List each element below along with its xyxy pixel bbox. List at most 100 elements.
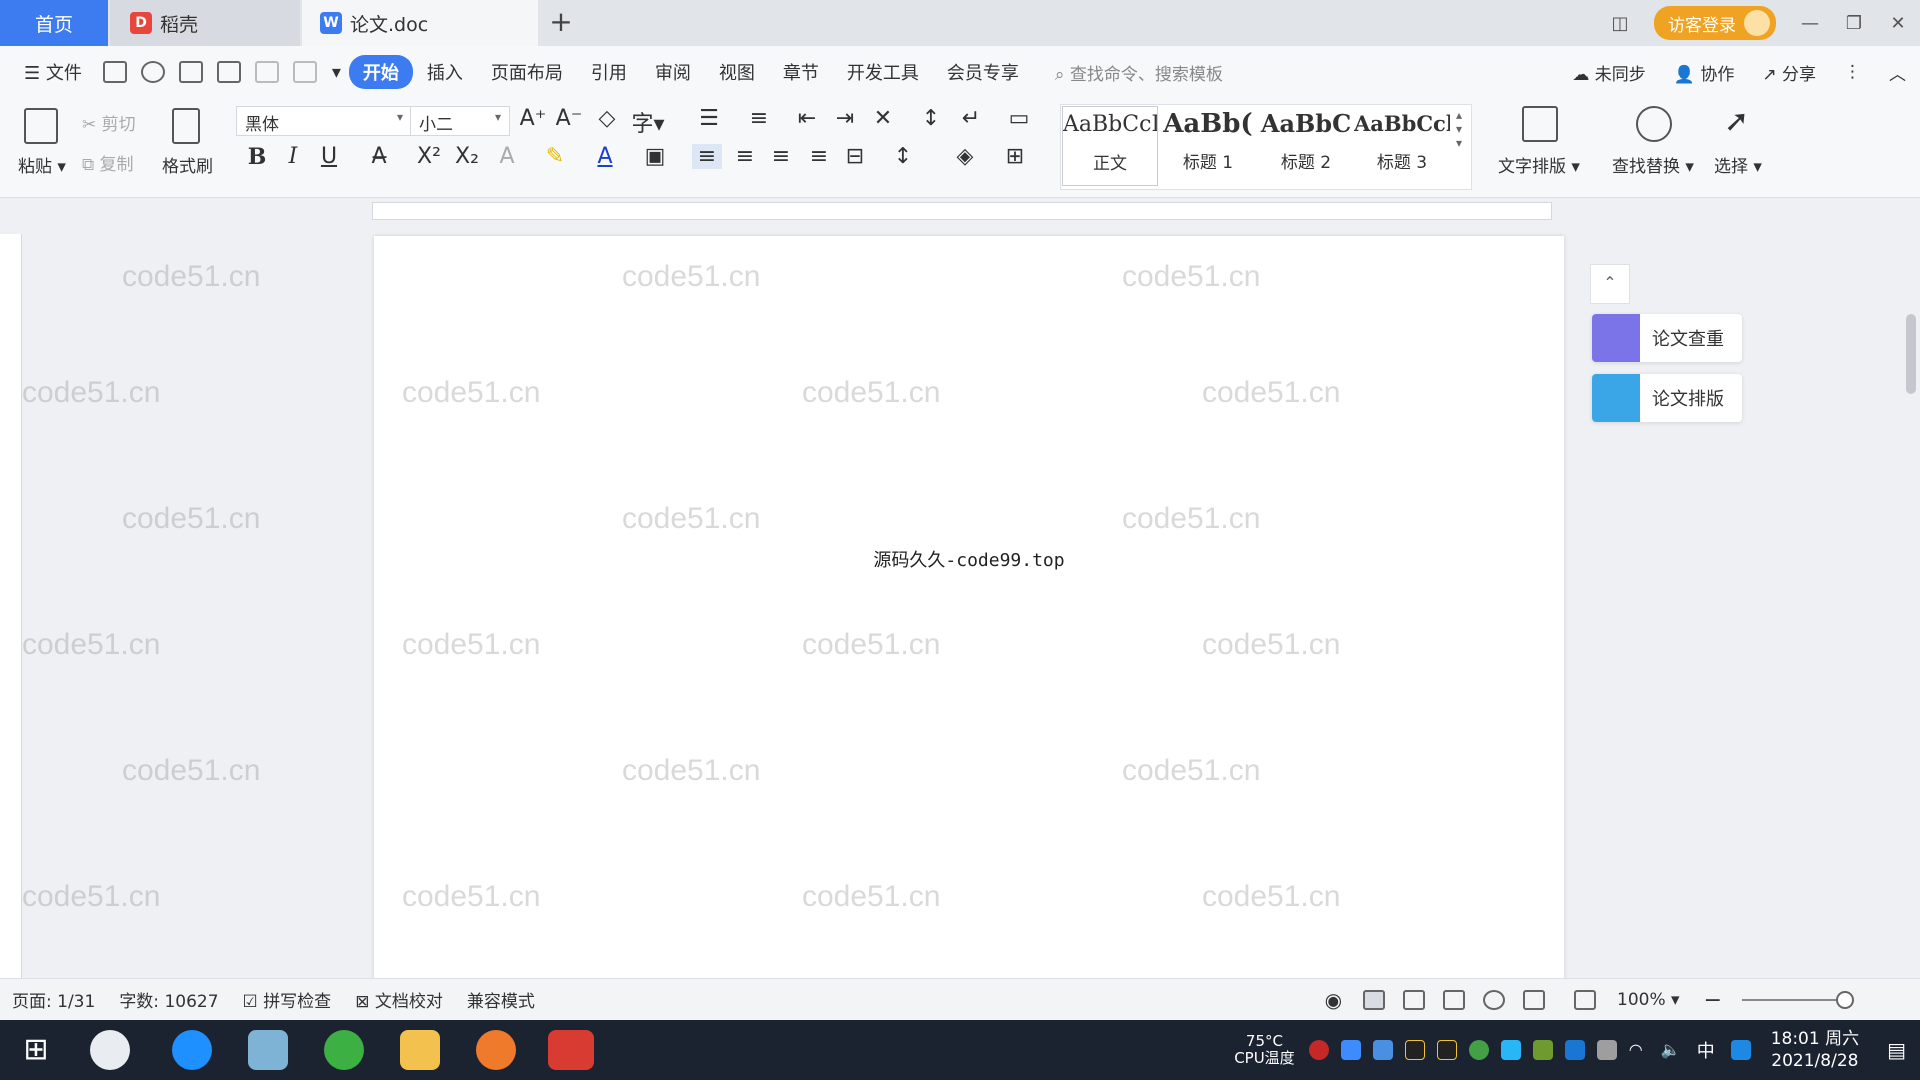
tray-app-icon[interactable] bbox=[1500, 1040, 1521, 1060]
gpu-icon[interactable] bbox=[1532, 1040, 1553, 1060]
font-color-icon[interactable]: A bbox=[590, 144, 620, 169]
justify-icon[interactable]: ≡ bbox=[804, 144, 834, 169]
bluetooth-icon[interactable] bbox=[1564, 1040, 1585, 1060]
horizontal-ruler[interactable] bbox=[0, 198, 1920, 224]
more-options-icon[interactable]: ⋮ bbox=[1830, 62, 1875, 82]
tab-insert[interactable]: 插入 bbox=[413, 59, 477, 85]
notebook-app-icon[interactable] bbox=[248, 1030, 288, 1070]
reading-view-icon[interactable] bbox=[1443, 990, 1466, 1010]
window-layout-icon[interactable]: ◫ bbox=[1598, 13, 1642, 34]
wps-office-icon[interactable] bbox=[548, 1030, 594, 1070]
close-button[interactable]: ✕ bbox=[1876, 13, 1920, 34]
web-view-icon[interactable] bbox=[1483, 990, 1506, 1010]
tab-home[interactable]: 首页 bbox=[0, 0, 108, 46]
strikethrough-icon[interactable]: A̶ bbox=[364, 144, 394, 169]
text-direction-icon[interactable]: ✕ bbox=[868, 106, 898, 131]
copy-button[interactable]: ⧉ 复制 bbox=[82, 150, 134, 175]
vertical-scrollbar[interactable] bbox=[1902, 224, 1920, 978]
print-icon[interactable] bbox=[178, 61, 203, 83]
line-spacing-icon[interactable]: ↕ bbox=[888, 144, 918, 169]
pinwheel-app-icon[interactable] bbox=[90, 1030, 130, 1070]
paste-icon[interactable] bbox=[24, 108, 58, 144]
subscript-icon[interactable]: X₂ bbox=[452, 144, 482, 169]
tab-page-layout[interactable]: 页面布局 bbox=[477, 59, 577, 85]
find-replace-button[interactable]: 查找替换 ▾ bbox=[1612, 152, 1694, 177]
tab-docer[interactable]: D 稻壳 bbox=[110, 0, 300, 46]
style-normal[interactable]: AaBbCcI 正文 bbox=[1062, 106, 1158, 186]
document-page[interactable]: 源码久久-code99.top bbox=[374, 236, 1564, 978]
cursor-icon[interactable]: ➚ bbox=[1724, 104, 1749, 139]
underline-button[interactable]: U bbox=[314, 144, 344, 169]
sync-status-button[interactable]: ☁ 未同步 bbox=[1558, 60, 1659, 85]
battery-icon[interactable] bbox=[1596, 1040, 1617, 1060]
shading-icon[interactable]: ◈ bbox=[950, 144, 980, 169]
spell-check-button[interactable]: ☑ 拼写检查 bbox=[231, 987, 344, 1012]
style-heading-3[interactable]: AaBbCcl 标题 3 bbox=[1354, 106, 1450, 186]
fit-page-icon[interactable] bbox=[1574, 990, 1597, 1010]
increase-indent-icon[interactable]: ⇥ bbox=[830, 106, 860, 131]
phonetic-guide-icon[interactable]: 字▾ bbox=[628, 106, 668, 138]
style-heading-1[interactable]: AaBb( 标题 1 bbox=[1160, 106, 1256, 186]
quick-access-dropdown-icon[interactable]: ▾ bbox=[324, 62, 349, 83]
thesis-layout-button[interactable]: 论文排版 bbox=[1592, 374, 1742, 422]
volume-icon[interactable]: 🔈 bbox=[1661, 1040, 1681, 1060]
restore-button[interactable]: ❐ bbox=[1832, 13, 1876, 34]
clear-format-icon[interactable]: ◇ bbox=[592, 106, 622, 131]
zoom-slider[interactable] bbox=[1742, 991, 1854, 1009]
windows-start-icon[interactable]: ⊞ bbox=[16, 1030, 56, 1070]
style-heading-2[interactable]: AaBbC 标题 2 bbox=[1258, 106, 1354, 186]
browser-app-icon[interactable] bbox=[324, 1030, 364, 1070]
bold-button[interactable]: B bbox=[242, 144, 272, 170]
magnifier-icon[interactable] bbox=[1636, 106, 1672, 142]
numbered-list-icon[interactable]: ≡ bbox=[744, 106, 774, 131]
thesis-check-button[interactable]: 论文查重 bbox=[1592, 314, 1742, 362]
page-view-icon[interactable] bbox=[1363, 990, 1386, 1010]
internet-explorer-icon[interactable] bbox=[172, 1030, 212, 1070]
minimize-button[interactable]: — bbox=[1788, 13, 1832, 34]
cut-button[interactable]: ✂ 剪切 bbox=[82, 110, 136, 135]
side-panel-collapse-icon[interactable]: ⌃ bbox=[1590, 264, 1630, 304]
align-center-icon[interactable]: ≡ bbox=[730, 144, 760, 169]
eye-protection-icon[interactable]: ◉ bbox=[1313, 988, 1354, 1012]
qq-icon[interactable] bbox=[1404, 1040, 1425, 1060]
share-button[interactable]: ↗ 分享 bbox=[1748, 60, 1830, 85]
input-method-indicator[interactable]: 中 bbox=[1687, 1037, 1725, 1063]
tab-review[interactable]: 审阅 bbox=[641, 59, 705, 85]
wifi-icon[interactable]: ◠ bbox=[1629, 1040, 1649, 1060]
new-tab-button[interactable]: + bbox=[544, 6, 578, 40]
word-count[interactable]: 字数: 10627 bbox=[107, 987, 230, 1012]
tray-app-icon[interactable] bbox=[1340, 1040, 1361, 1060]
grow-font-icon[interactable]: A⁺ bbox=[518, 106, 548, 131]
borders-icon[interactable]: ⊞ bbox=[1000, 144, 1030, 169]
tab-view[interactable]: 视图 bbox=[705, 59, 769, 85]
player-app-icon[interactable] bbox=[476, 1030, 516, 1070]
zoom-level-select[interactable]: 100% ▾ bbox=[1605, 990, 1692, 1010]
collaborate-button[interactable]: 👤 协作 bbox=[1660, 60, 1749, 85]
font-name-select[interactable]: 黑体 ▾ bbox=[236, 106, 412, 136]
file-explorer-icon[interactable] bbox=[400, 1030, 440, 1070]
qq-icon[interactable] bbox=[1436, 1040, 1457, 1060]
align-left-icon[interactable]: ≡ bbox=[692, 144, 722, 169]
sort-icon[interactable]: ↕ bbox=[916, 106, 946, 131]
distribute-icon[interactable]: ⊟ bbox=[840, 144, 870, 169]
save-icon[interactable] bbox=[102, 61, 127, 83]
text-layout-button[interactable]: 文字排版 ▾ bbox=[1498, 152, 1580, 177]
cpu-temperature[interactable]: 75°C CPU温度 bbox=[1234, 1033, 1303, 1067]
guest-login-button[interactable]: 访客登录 bbox=[1654, 6, 1776, 40]
superscript-icon[interactable]: X² bbox=[414, 144, 444, 169]
format-painter-button[interactable]: 格式刷 bbox=[162, 152, 213, 177]
print-preview-icon[interactable] bbox=[216, 61, 241, 83]
document-body-text[interactable]: 源码久久-code99.top bbox=[374, 546, 1564, 572]
format-painter-icon[interactable] bbox=[172, 108, 200, 144]
paste-button[interactable]: 粘贴 ▾ bbox=[18, 152, 66, 177]
tab-document[interactable]: W 论文.doc bbox=[302, 0, 538, 46]
highlight-icon[interactable]: ✎ bbox=[540, 144, 570, 169]
ruler-toggle-icon[interactable]: ▭ bbox=[1004, 106, 1034, 131]
write-mode-icon[interactable] bbox=[1523, 990, 1546, 1010]
collapse-ribbon-icon[interactable]: ︿ bbox=[1875, 60, 1920, 85]
paragraph-mark-icon[interactable]: ↵ bbox=[956, 106, 986, 131]
decrease-indent-icon[interactable]: ⇤ bbox=[792, 106, 822, 131]
tray-app-icon[interactable] bbox=[1308, 1040, 1329, 1060]
shield-icon[interactable] bbox=[1372, 1040, 1393, 1060]
zoom-slider-handle[interactable] bbox=[1836, 991, 1854, 1009]
